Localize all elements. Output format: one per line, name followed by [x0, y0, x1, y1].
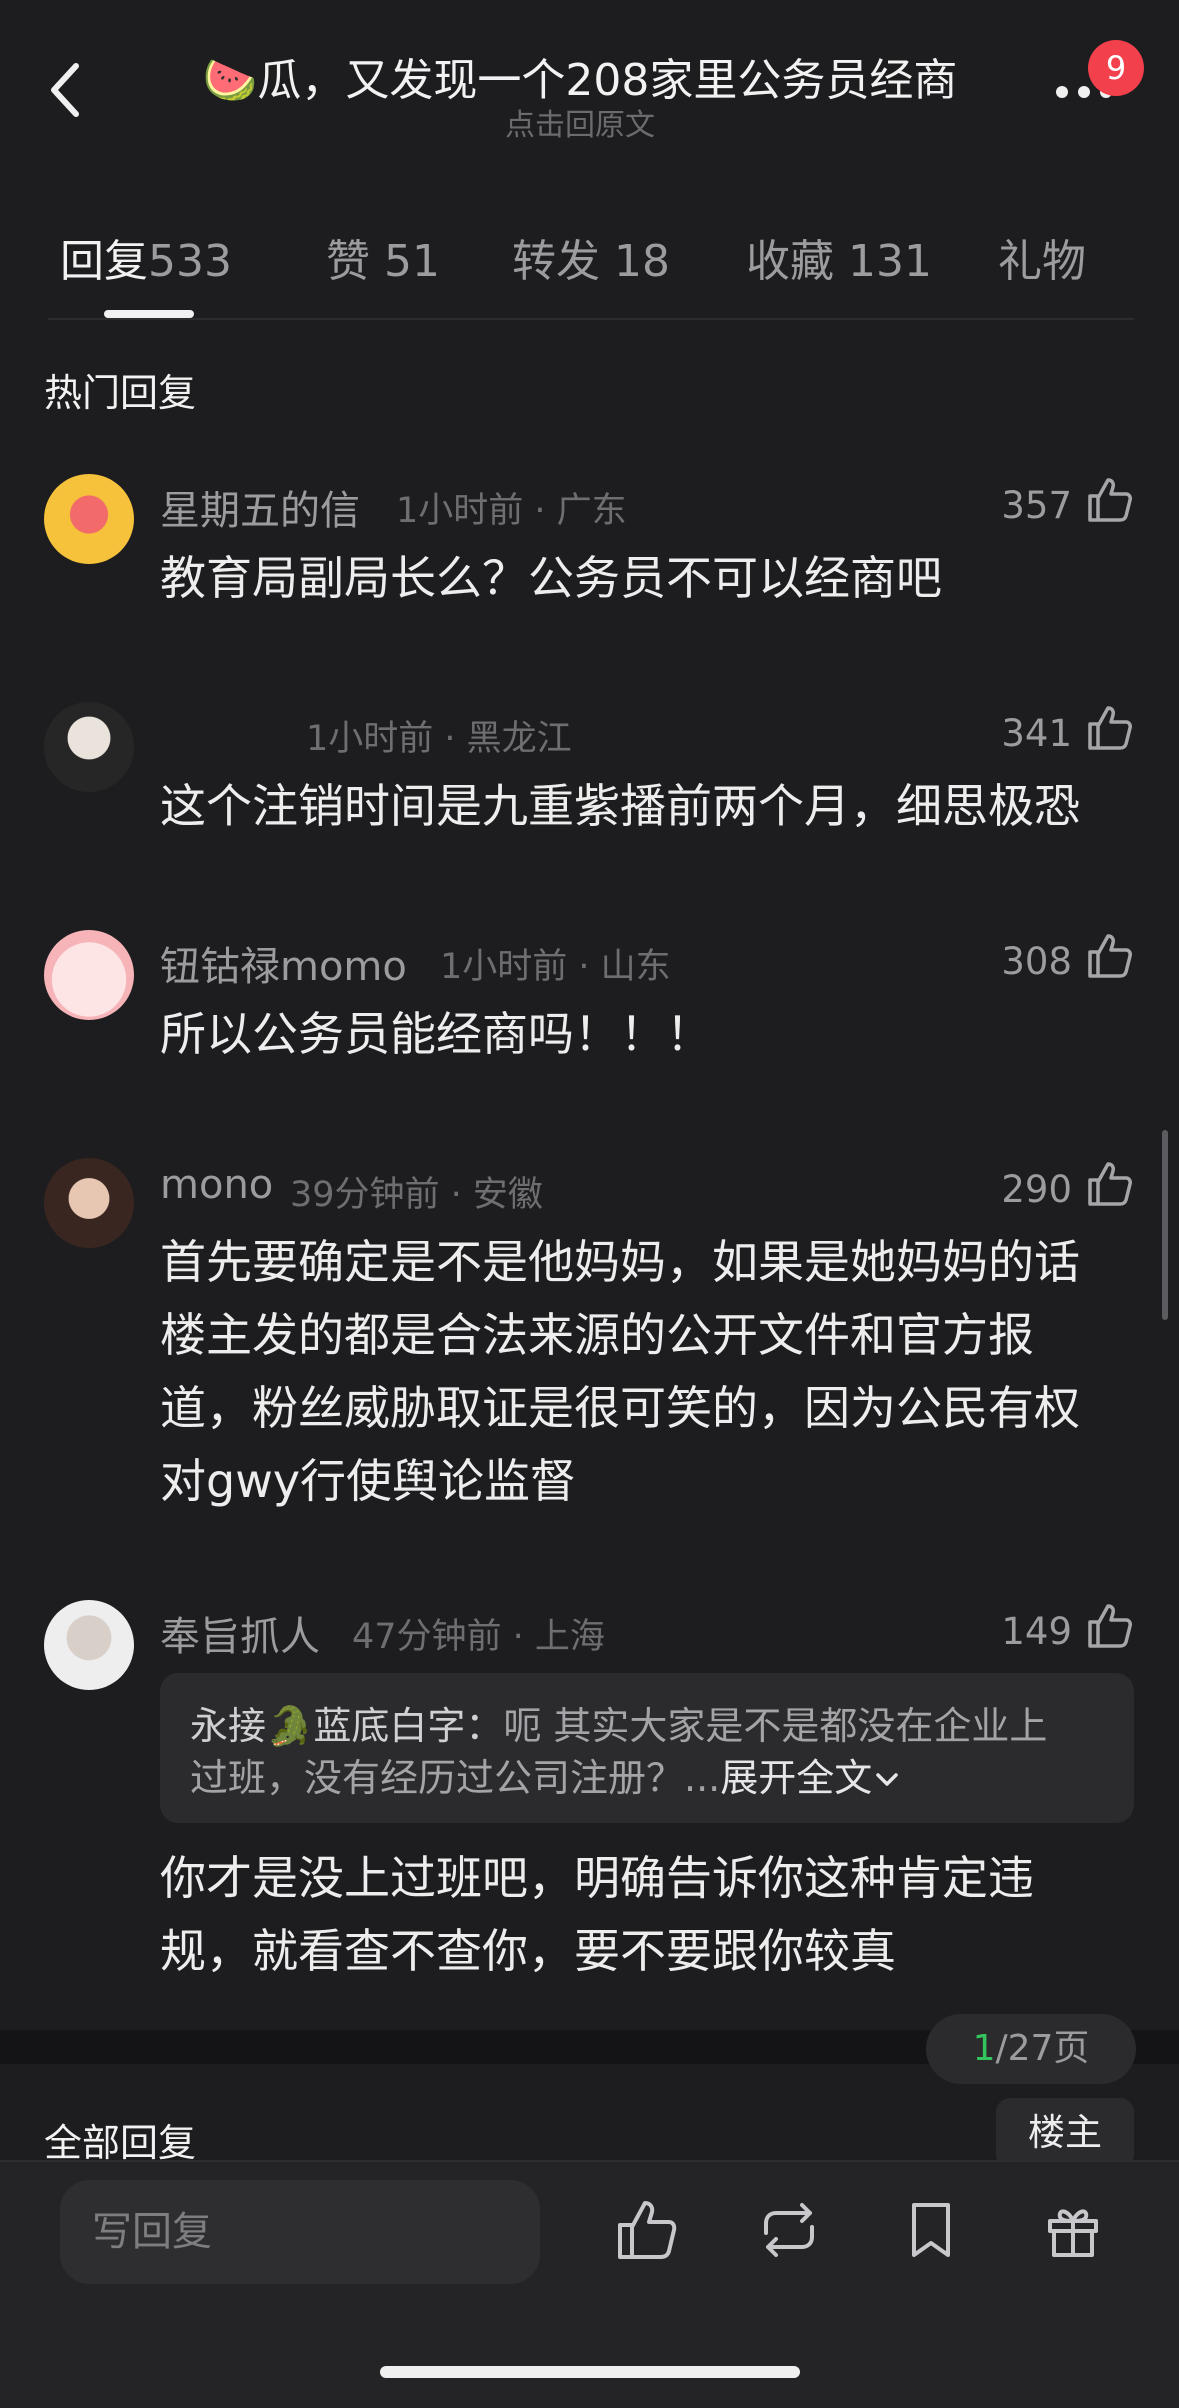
comment-meta: 1小时前 · 广东 — [396, 491, 627, 531]
tab-reposts[interactable]: 转发 18 — [512, 225, 670, 289]
tab-count: 131 — [848, 236, 932, 287]
tab-label: 回复 — [60, 236, 148, 287]
post-title[interactable]: 🍉瓜，又发现一个208家里公务员经商 — [150, 44, 1010, 108]
comment-meta: 47分钟前 · 上海 — [352, 1617, 605, 1657]
tab-label: 礼物 — [998, 236, 1086, 287]
like-count: 149 — [1001, 1610, 1072, 1653]
thumbs-up-icon[interactable] — [1084, 474, 1136, 526]
comment-meta: 1小时前 · 黑龙江 — [306, 719, 572, 759]
scrollbar[interactable] — [1162, 1130, 1168, 1320]
tab-label: 转发 — [512, 236, 600, 287]
comment-text-line: 首先要确定是不是他妈妈，如果是她妈妈的话 — [160, 1235, 1080, 1289]
divider — [0, 2160, 1179, 2162]
tab-label: 收藏 — [746, 236, 834, 287]
tab-count: 18 — [614, 236, 670, 287]
home-indicator[interactable] — [380, 2366, 800, 2378]
comment-text-line: 道，粉丝威胁取证是很可笑的，因为公民有权 — [160, 1381, 1080, 1435]
tab-count: 51 — [384, 236, 440, 287]
comment-meta: 1小时前 · 山东 — [440, 947, 671, 987]
total-pages: /27页 — [995, 2028, 1090, 2069]
back-button[interactable] — [40, 50, 100, 130]
commenter-name[interactable]: mono — [160, 1162, 273, 1208]
hot-replies-title: 热门回复 — [44, 371, 197, 415]
quoted-text-line: 呃 其实大家是不是都没在企业上 — [503, 1704, 1048, 1748]
like-count: 341 — [1001, 712, 1072, 755]
owner-only-button[interactable]: 楼主 — [996, 2098, 1134, 2168]
reply-input[interactable]: 写回复 — [60, 2180, 540, 2284]
repost-icon[interactable] — [754, 2195, 824, 2265]
comment-text: 这个注销时间是九重紫播前两个月，细思极恐 — [160, 779, 1080, 833]
tab-likes[interactable]: 赞 51 — [326, 225, 440, 289]
like-count: 308 — [1001, 940, 1072, 983]
avatar[interactable] — [44, 1600, 134, 1690]
expand-full-text-link[interactable]: 展开全文 — [720, 1756, 902, 1800]
current-page: 1 — [972, 2028, 996, 2069]
thumbs-up-icon[interactable] — [1084, 930, 1136, 982]
comment-text: 教育局副局长么？公务员不可以经商吧 — [160, 551, 942, 605]
page-indicator[interactable]: 1/27页 — [926, 2014, 1136, 2084]
like-count: 357 — [1001, 484, 1072, 527]
active-tab-indicator — [104, 310, 194, 318]
quoted-reply-text: 永接🐊蓝底白字：呃 其实大家是不是都没在企业上 过班，没有经历过公司注册？...… — [190, 1700, 1110, 1804]
quoted-author[interactable]: 永接🐊蓝底白字： — [190, 1704, 503, 1748]
notification-badge: 9 — [1088, 40, 1144, 96]
thumbs-up-icon[interactable] — [1084, 1158, 1136, 1210]
comment-text-line: 楼主发的都是合法来源的公开文件和官方报 — [160, 1308, 1034, 1362]
tab-label: 赞 — [326, 236, 370, 287]
quoted-text-line: 过班，没有经历过公司注册？... — [190, 1756, 721, 1800]
like-button-icon[interactable] — [612, 2195, 682, 2265]
comment-meta: 39分钟前 · 安徽 — [290, 1175, 543, 1215]
back-to-original-link[interactable]: 点击回原文 — [150, 100, 1010, 144]
comment-text-line: 对gwy行使舆论监督 — [160, 1454, 577, 1508]
bookmark-icon[interactable] — [896, 2195, 966, 2265]
avatar[interactable] — [44, 1158, 134, 1248]
tab-favorites[interactable]: 收藏 131 — [746, 225, 932, 289]
avatar[interactable] — [44, 702, 134, 792]
comment-text: 所以公务员能经商吗！！！ — [160, 1007, 712, 1061]
avatar[interactable] — [44, 930, 134, 1020]
chevron-down-icon — [876, 1773, 899, 1786]
divider — [48, 318, 1134, 320]
thumbs-up-icon[interactable] — [1084, 1600, 1136, 1652]
tab-gifts[interactable]: 礼物 — [998, 225, 1086, 289]
commenter-name[interactable]: 钮钴禄momo — [160, 934, 407, 992]
commenter-name[interactable]: 奉旨抓人 — [160, 1604, 320, 1662]
chevron-left-icon — [51, 63, 79, 117]
comment-text-line: 规，就看查不查你，要不要跟你较真 — [160, 1924, 896, 1978]
gift-icon[interactable] — [1038, 2195, 1108, 2265]
expand-label: 展开全文 — [720, 1756, 873, 1800]
thumbs-up-icon[interactable] — [1084, 702, 1136, 754]
tab-count: 533 — [148, 236, 232, 287]
comment-text-line: 你才是没上过班吧，明确告诉你这种肯定违 — [160, 1851, 1034, 1905]
tab-replies[interactable]: 回复533 — [60, 225, 232, 289]
all-replies-title: 全部回复 — [44, 2121, 197, 2165]
commenter-name[interactable]: 星期五的信 — [160, 478, 360, 536]
like-count: 290 — [1001, 1168, 1072, 1211]
avatar[interactable] — [44, 474, 134, 564]
